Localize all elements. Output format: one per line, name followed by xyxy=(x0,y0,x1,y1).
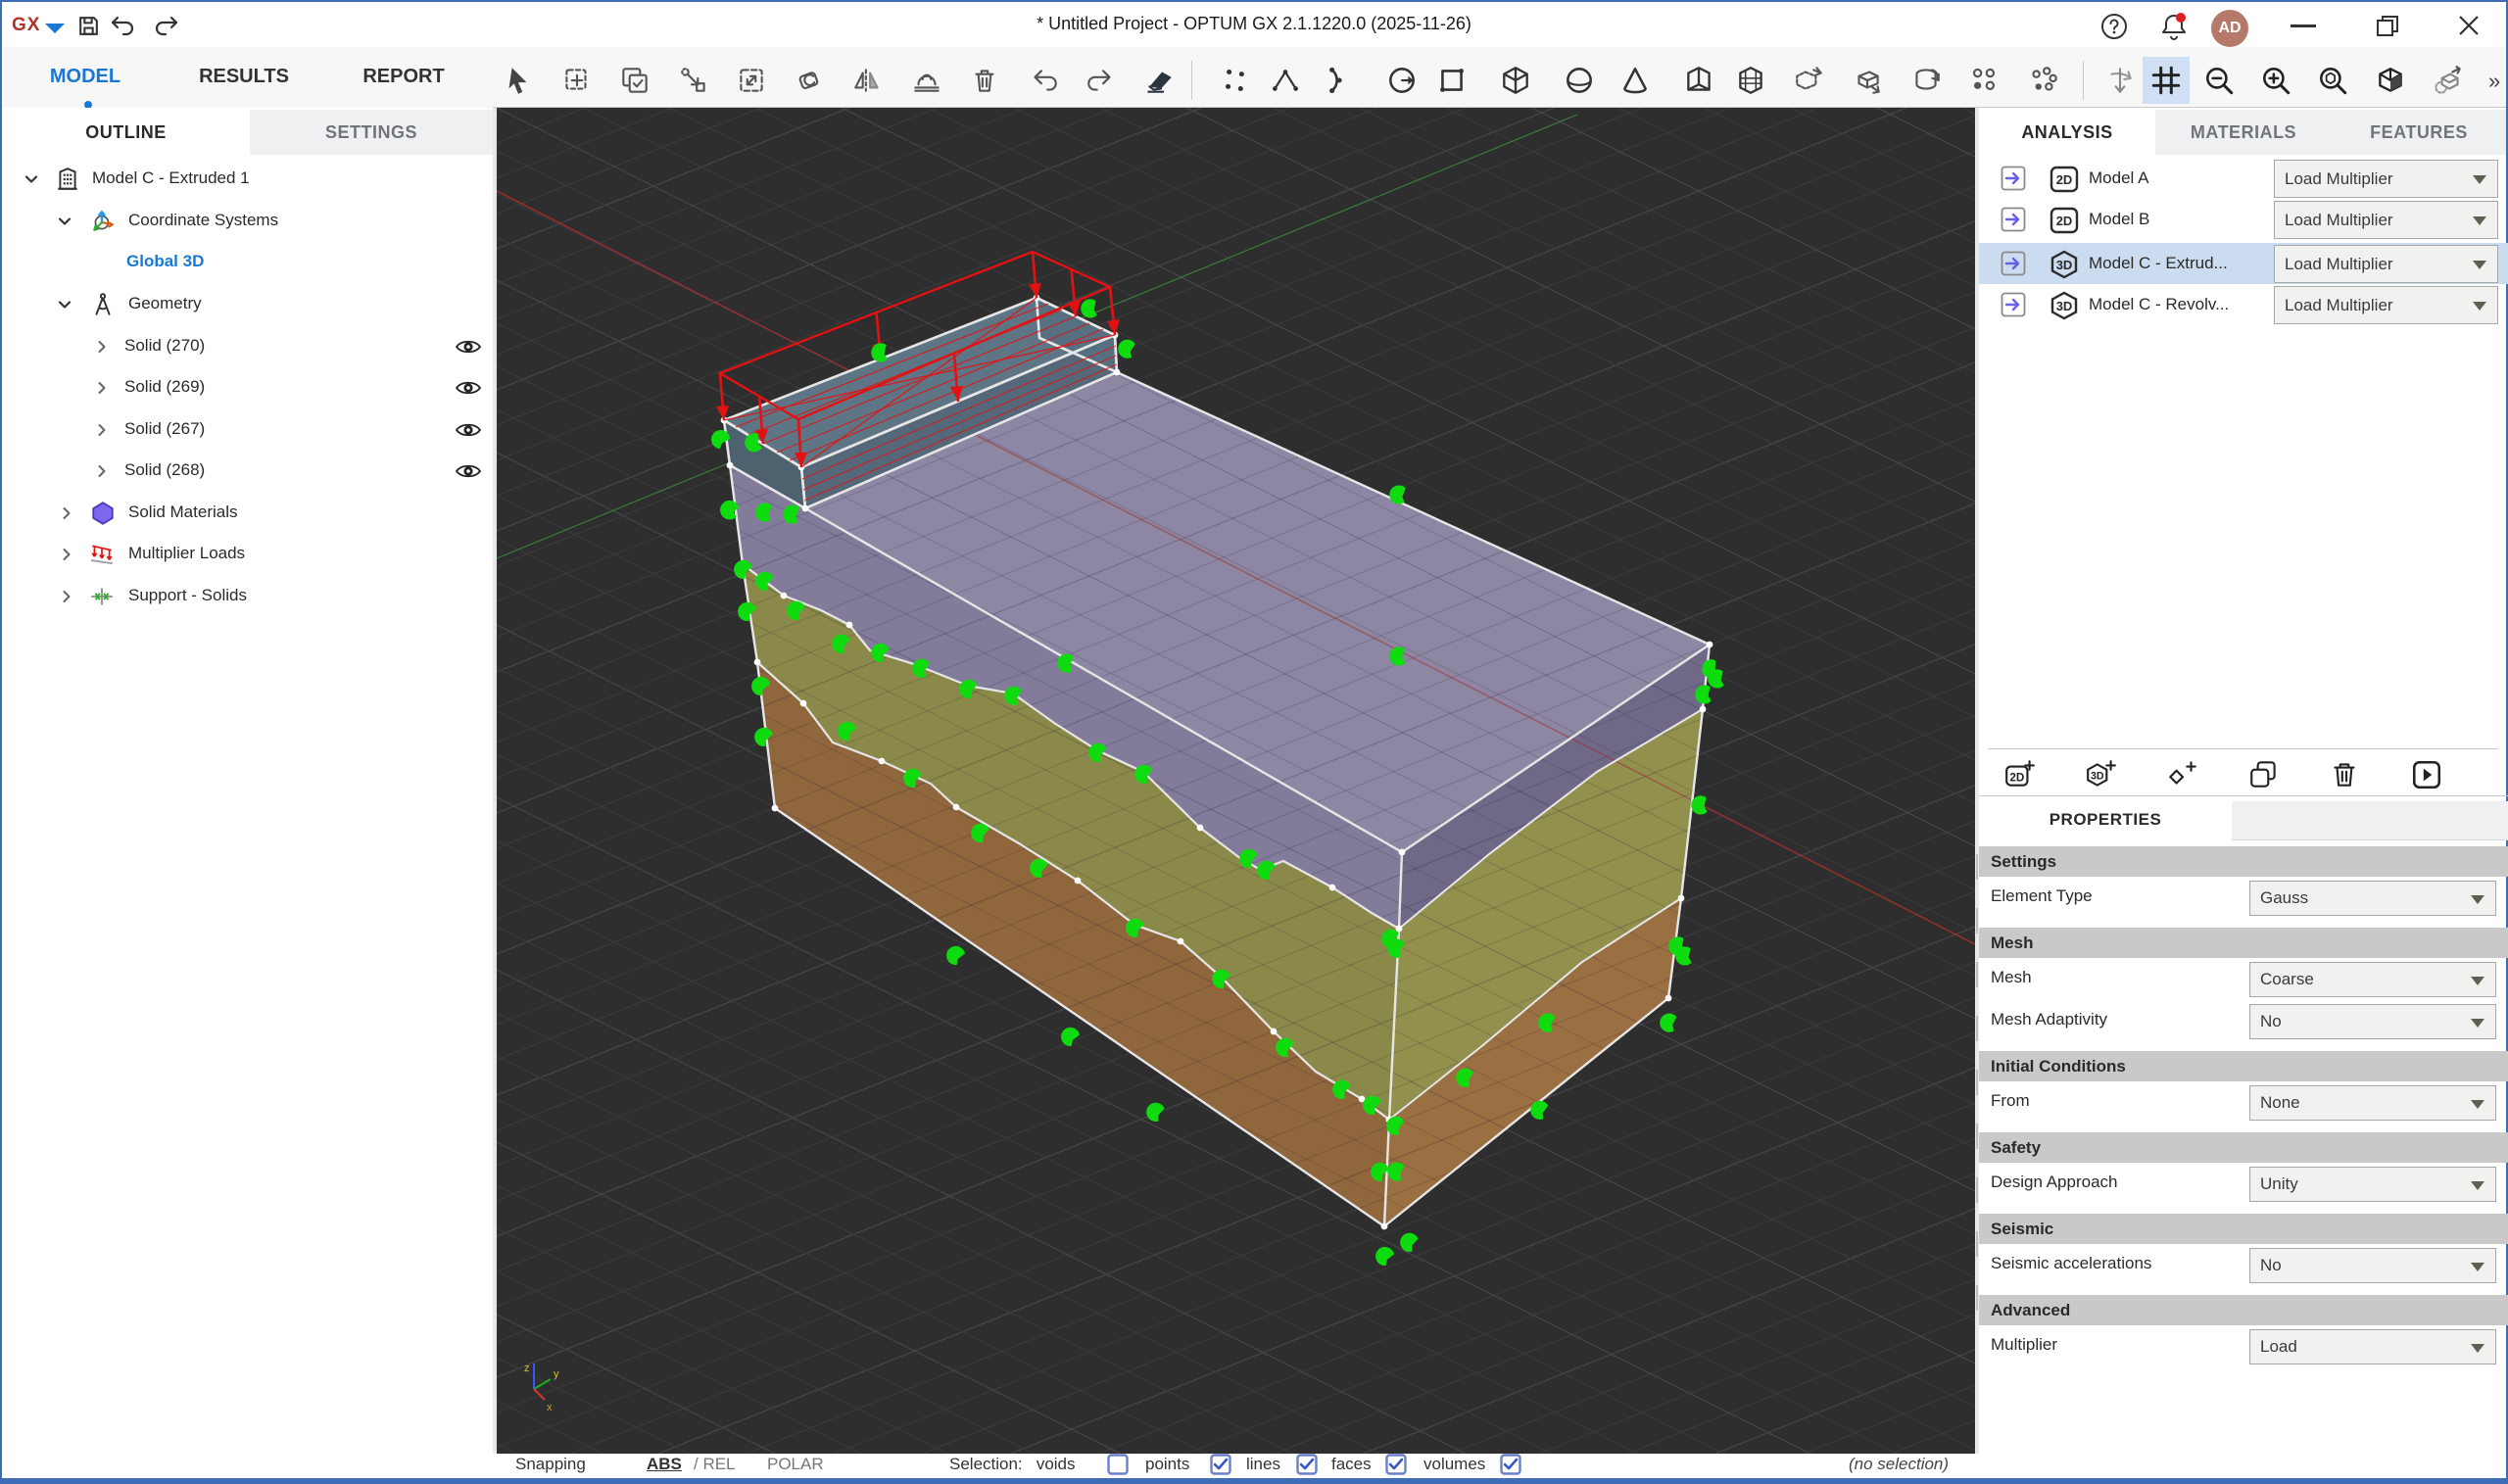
svg-text:3D: 3D xyxy=(2056,258,2073,272)
svg-text:y: y xyxy=(554,1368,559,1380)
svg-text:z: z xyxy=(524,1363,530,1374)
svg-text:2D: 2D xyxy=(2056,214,2073,228)
svg-text:x: x xyxy=(547,1402,553,1413)
svg-text:2D: 2D xyxy=(2009,771,2024,784)
svg-text:2D: 2D xyxy=(2056,172,2073,187)
svg-text:3D: 3D xyxy=(2091,770,2104,782)
svg-text:3D: 3D xyxy=(2056,299,2073,313)
